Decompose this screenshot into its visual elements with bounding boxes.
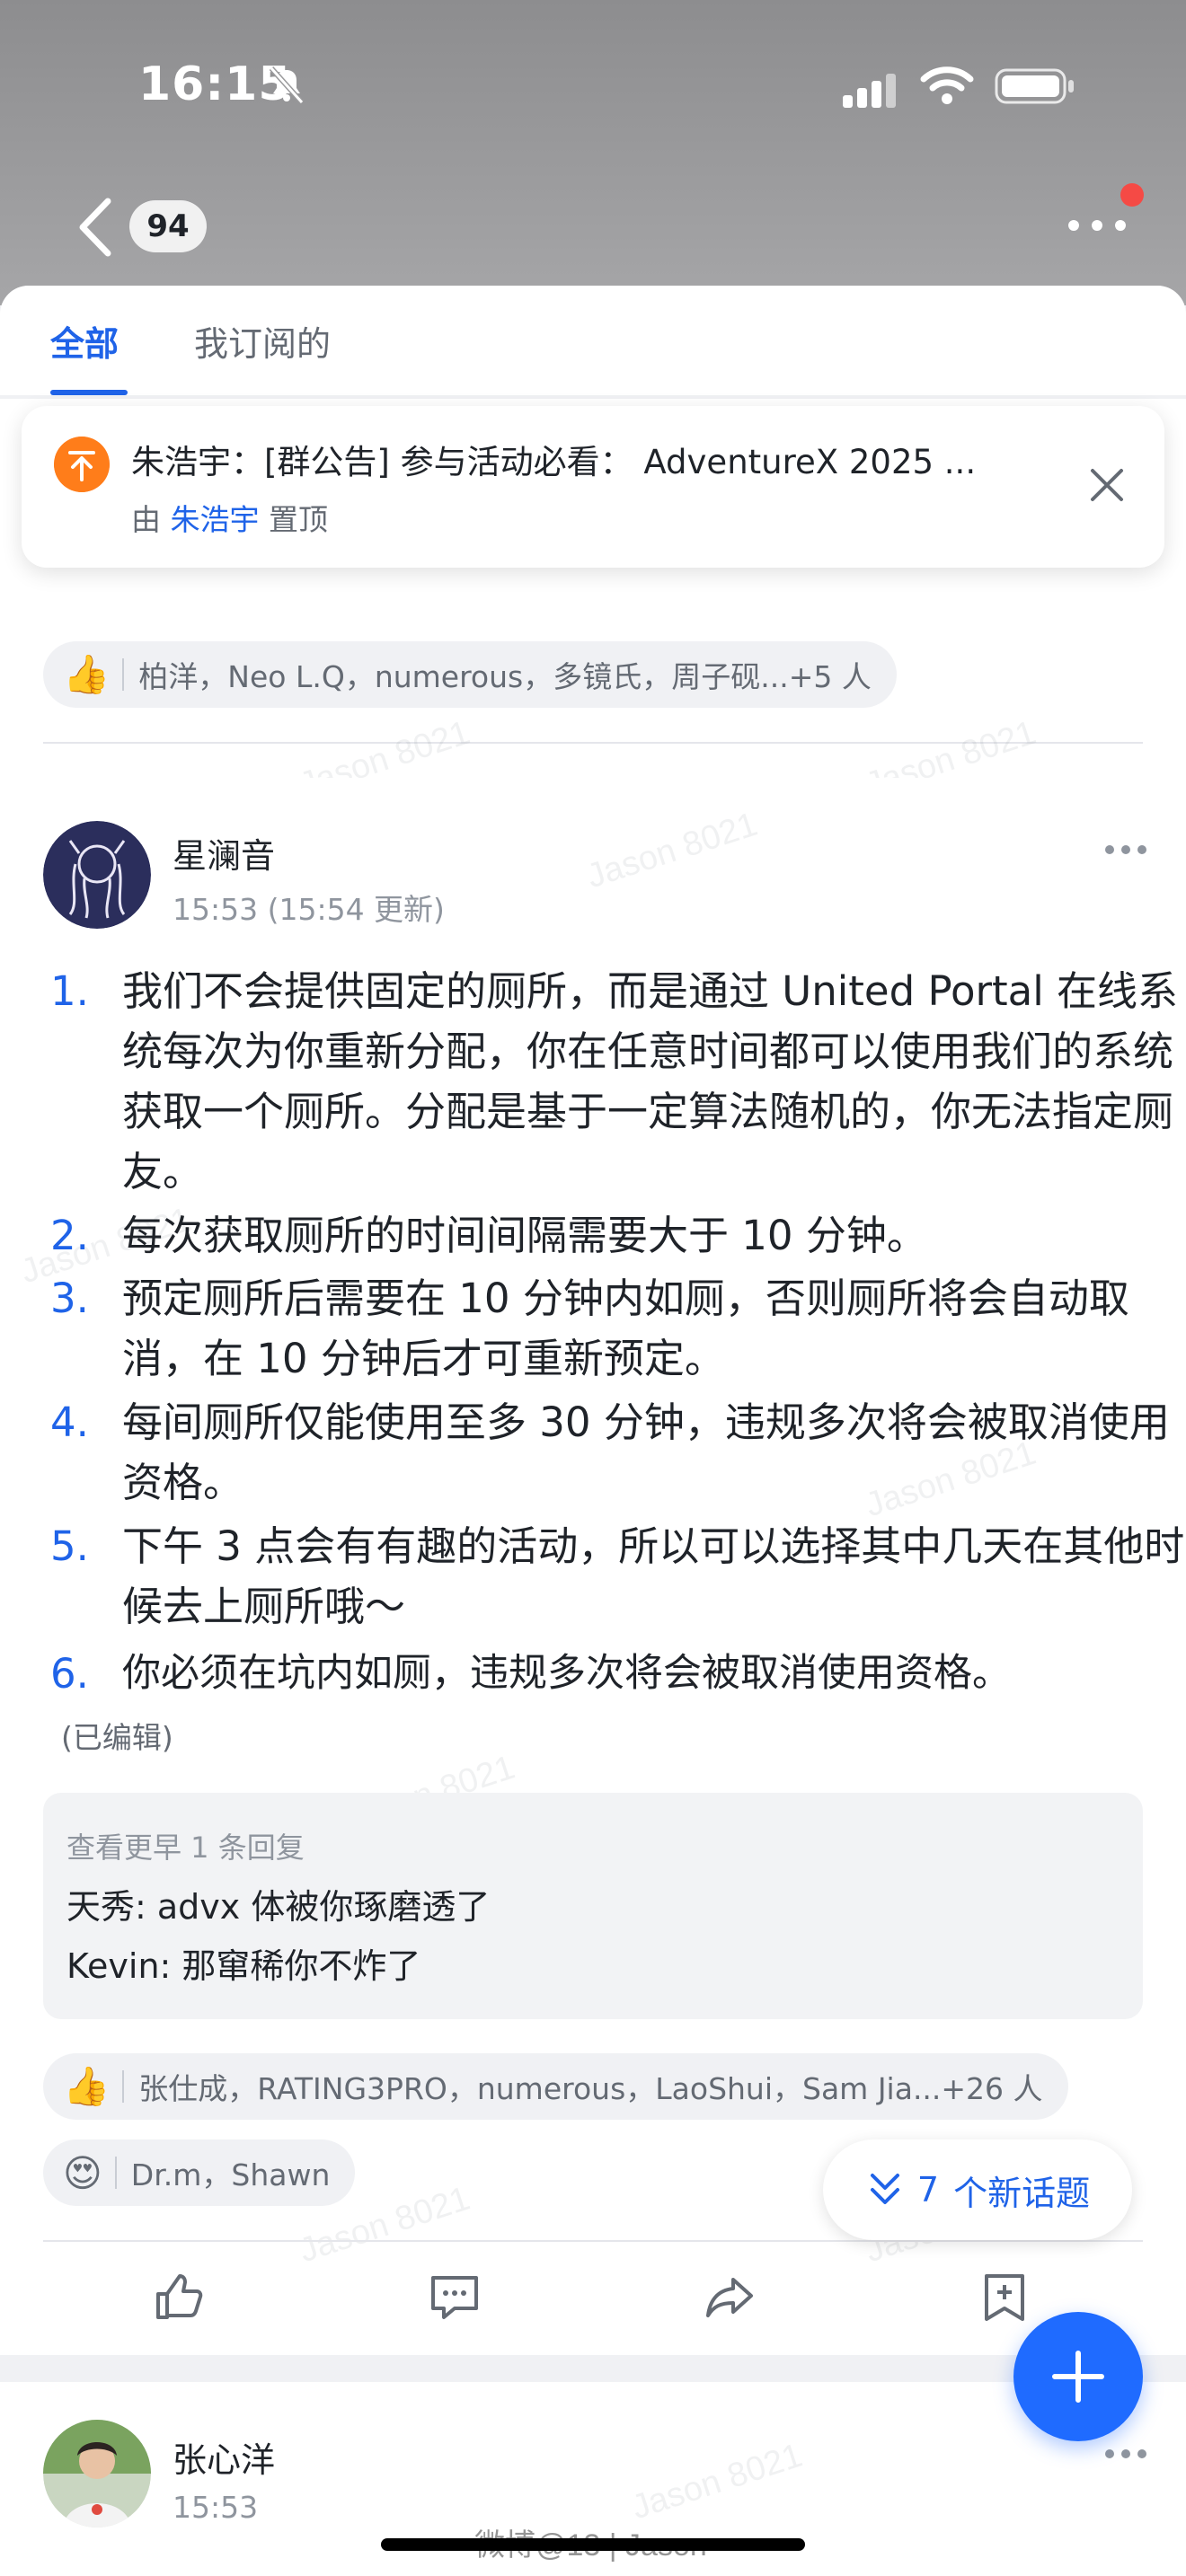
new-topics-label: 个新话题 <box>953 2173 1091 2213</box>
list-item: 6. 你必须在坑内如厕，违规多次将会被取消使用资格。 <box>50 1644 1173 1704</box>
prev-reaction-names: 柏洋，Neo L.Q，numerous，多镜氏，周子砚...+5 人 <box>138 659 872 694</box>
more-dots-icon[interactable] <box>1103 842 1148 857</box>
list-number: 4. <box>50 1398 89 1446</box>
notification-dot <box>1120 183 1144 207</box>
watermark: Jason 8021 <box>582 805 763 896</box>
tab-all[interactable]: 全部 <box>50 316 119 366</box>
reaction-names: Dr.m，Shawn <box>130 2157 331 2192</box>
comment-icon[interactable] <box>428 2271 482 2325</box>
list-item: 2. 每次获取厕所的时间间隔需要大于 10 分钟。 <box>50 1205 1173 1266</box>
list-item: 5. 下午 3 点会有有趣的活动，所以可以选择其中几天在其他时候去上厕所哦～ <box>50 1516 1184 1636</box>
tab-active-indicator <box>50 390 128 395</box>
close-icon[interactable] <box>1087 465 1127 505</box>
list-number: 1. <box>50 967 89 1015</box>
pin-icon <box>54 437 110 492</box>
reply-preview[interactable]: 查看更早 1 条回复 天秀: advx 体被你琢磨透了 Kevin: 那窜稀你不… <box>43 1793 1143 2019</box>
list-number: 5. <box>50 1522 89 1570</box>
author-name[interactable]: 张心洋 <box>173 2432 275 2482</box>
home-indicator[interactable] <box>381 2538 805 2551</box>
reaction-separator <box>122 2070 125 2103</box>
list-text: 你必须在坑内如厕，违规多次将会被取消使用资格。 <box>122 1651 1011 1696</box>
cell-signal-icon <box>843 74 896 108</box>
edited-label: (已编辑) <box>61 1720 173 1755</box>
plus-icon <box>1052 2351 1104 2403</box>
list-number: 2. <box>50 1212 89 1259</box>
reply-line: Kevin: 那窜稀你不炸了 <box>66 1946 421 1986</box>
list-number: 6. <box>50 1650 89 1698</box>
divider <box>43 742 1143 744</box>
new-topics-button[interactable]: 7 个新话题 <box>823 2139 1132 2240</box>
reaction-separator <box>122 658 125 691</box>
list-item: 3. 预定厕所后需要在 10 分钟内如厕，否则厕所将会自动取消，在 10 分钟后… <box>50 1268 1173 1389</box>
tab-subscribed[interactable]: 我订阅的 <box>194 316 331 366</box>
heart-eyes-emoji-icon: 😍 <box>63 2150 102 2195</box>
watermark: Jason 8021 <box>627 2436 808 2527</box>
list-item: 1. 我们不会提供固定的厕所，而是通过 United Portal 在线系统每次… <box>50 961 1178 1202</box>
compose-fab-button[interactable] <box>1013 2312 1143 2441</box>
list-text: 每次获取厕所的时间间隔需要大于 10 分钟。 <box>122 1212 927 1259</box>
list-text: 我们不会提供固定的厕所，而是通过 United Portal 在线系统每次为你重… <box>122 967 1179 1195</box>
battery-icon <box>995 68 1074 104</box>
more-dots-icon[interactable] <box>1103 2447 1148 2461</box>
thumbs-up-emoji-icon: 👍 <box>63 2064 111 2108</box>
tab-bar: 全部 我订阅的 <box>0 286 1186 395</box>
pinned-announcement[interactable]: 朱浩宇：[群公告] 参与活动必看： AdventureX 2025 ... 由 … <box>22 406 1164 568</box>
pinned-by-name[interactable]: 朱浩宇 <box>171 502 260 537</box>
new-topics-count: 7 <box>916 2170 940 2210</box>
bookmark-icon[interactable] <box>978 2271 1031 2325</box>
list-text: 每间厕所仅能使用至多 30 分钟，违规多次将会被取消使用资格。 <box>122 1398 1170 1506</box>
reaction-separator <box>114 2157 117 2189</box>
divider <box>43 2240 1143 2242</box>
pinned-by-suffix: 置顶 <box>269 502 328 537</box>
bell-muted-icon <box>269 66 305 105</box>
pinned-by-prefix: 由 <box>131 502 161 537</box>
thumbs-up-icon[interactable] <box>151 2271 205 2325</box>
list-text: 预定厕所后需要在 10 分钟内如厕，否则厕所将会自动取消，在 10 分钟后才可重… <box>122 1275 1129 1382</box>
list-number: 3. <box>50 1275 89 1322</box>
view-earlier-replies-link[interactable]: 查看更早 1 条回复 <box>66 1825 305 1866</box>
reaction-names: 张仕成，RATING3PRO，numerous，LaoShui，Sam Jia.… <box>138 2071 1043 2106</box>
share-icon[interactable] <box>703 2271 757 2325</box>
list-item: 4. 每间厕所仅能使用至多 30 分钟，违规多次将会被取消使用资格。 <box>50 1392 1173 1513</box>
list-text: 下午 3 点会有有趣的活动，所以可以选择其中几天在其他时候去上厕所哦～ <box>122 1522 1185 1630</box>
post-time: 15:53 (15:54 更新) <box>173 892 445 927</box>
top-bar: 16:15 94 <box>0 0 1186 305</box>
prev-reaction-pill[interactable]: 👍 柏洋，Neo L.Q，numerous，多镜氏，周子砚...+5 人 <box>43 641 897 708</box>
pinned-title: 朱浩宇：[群公告] 参与活动必看： AdventureX 2025 ... <box>131 443 977 481</box>
reply-line: 天秀: advx 体被你琢磨透了 <box>66 1887 491 1927</box>
pinned-by: 由 朱浩宇 置顶 <box>131 496 328 539</box>
reaction-pill-thumbs-up[interactable]: 👍 张仕成，RATING3PRO，numerous，LaoShui，Sam Ji… <box>43 2053 1068 2120</box>
wifi-icon <box>920 66 974 104</box>
more-dots-icon[interactable] <box>1066 212 1128 239</box>
avatar[interactable] <box>43 2420 151 2527</box>
reaction-pill-heart-eyes[interactable]: 😍 Dr.m，Shawn <box>43 2139 356 2206</box>
author-name[interactable]: 星澜音 <box>173 828 275 878</box>
thumbs-up-emoji-icon: 👍 <box>63 652 111 696</box>
unread-count-badge[interactable]: 94 <box>129 200 207 252</box>
double-chevron-down-icon <box>870 2174 899 2204</box>
post-time: 15:53 <box>173 2490 259 2525</box>
avatar[interactable] <box>43 821 151 929</box>
back-arrow-icon[interactable] <box>72 196 119 259</box>
